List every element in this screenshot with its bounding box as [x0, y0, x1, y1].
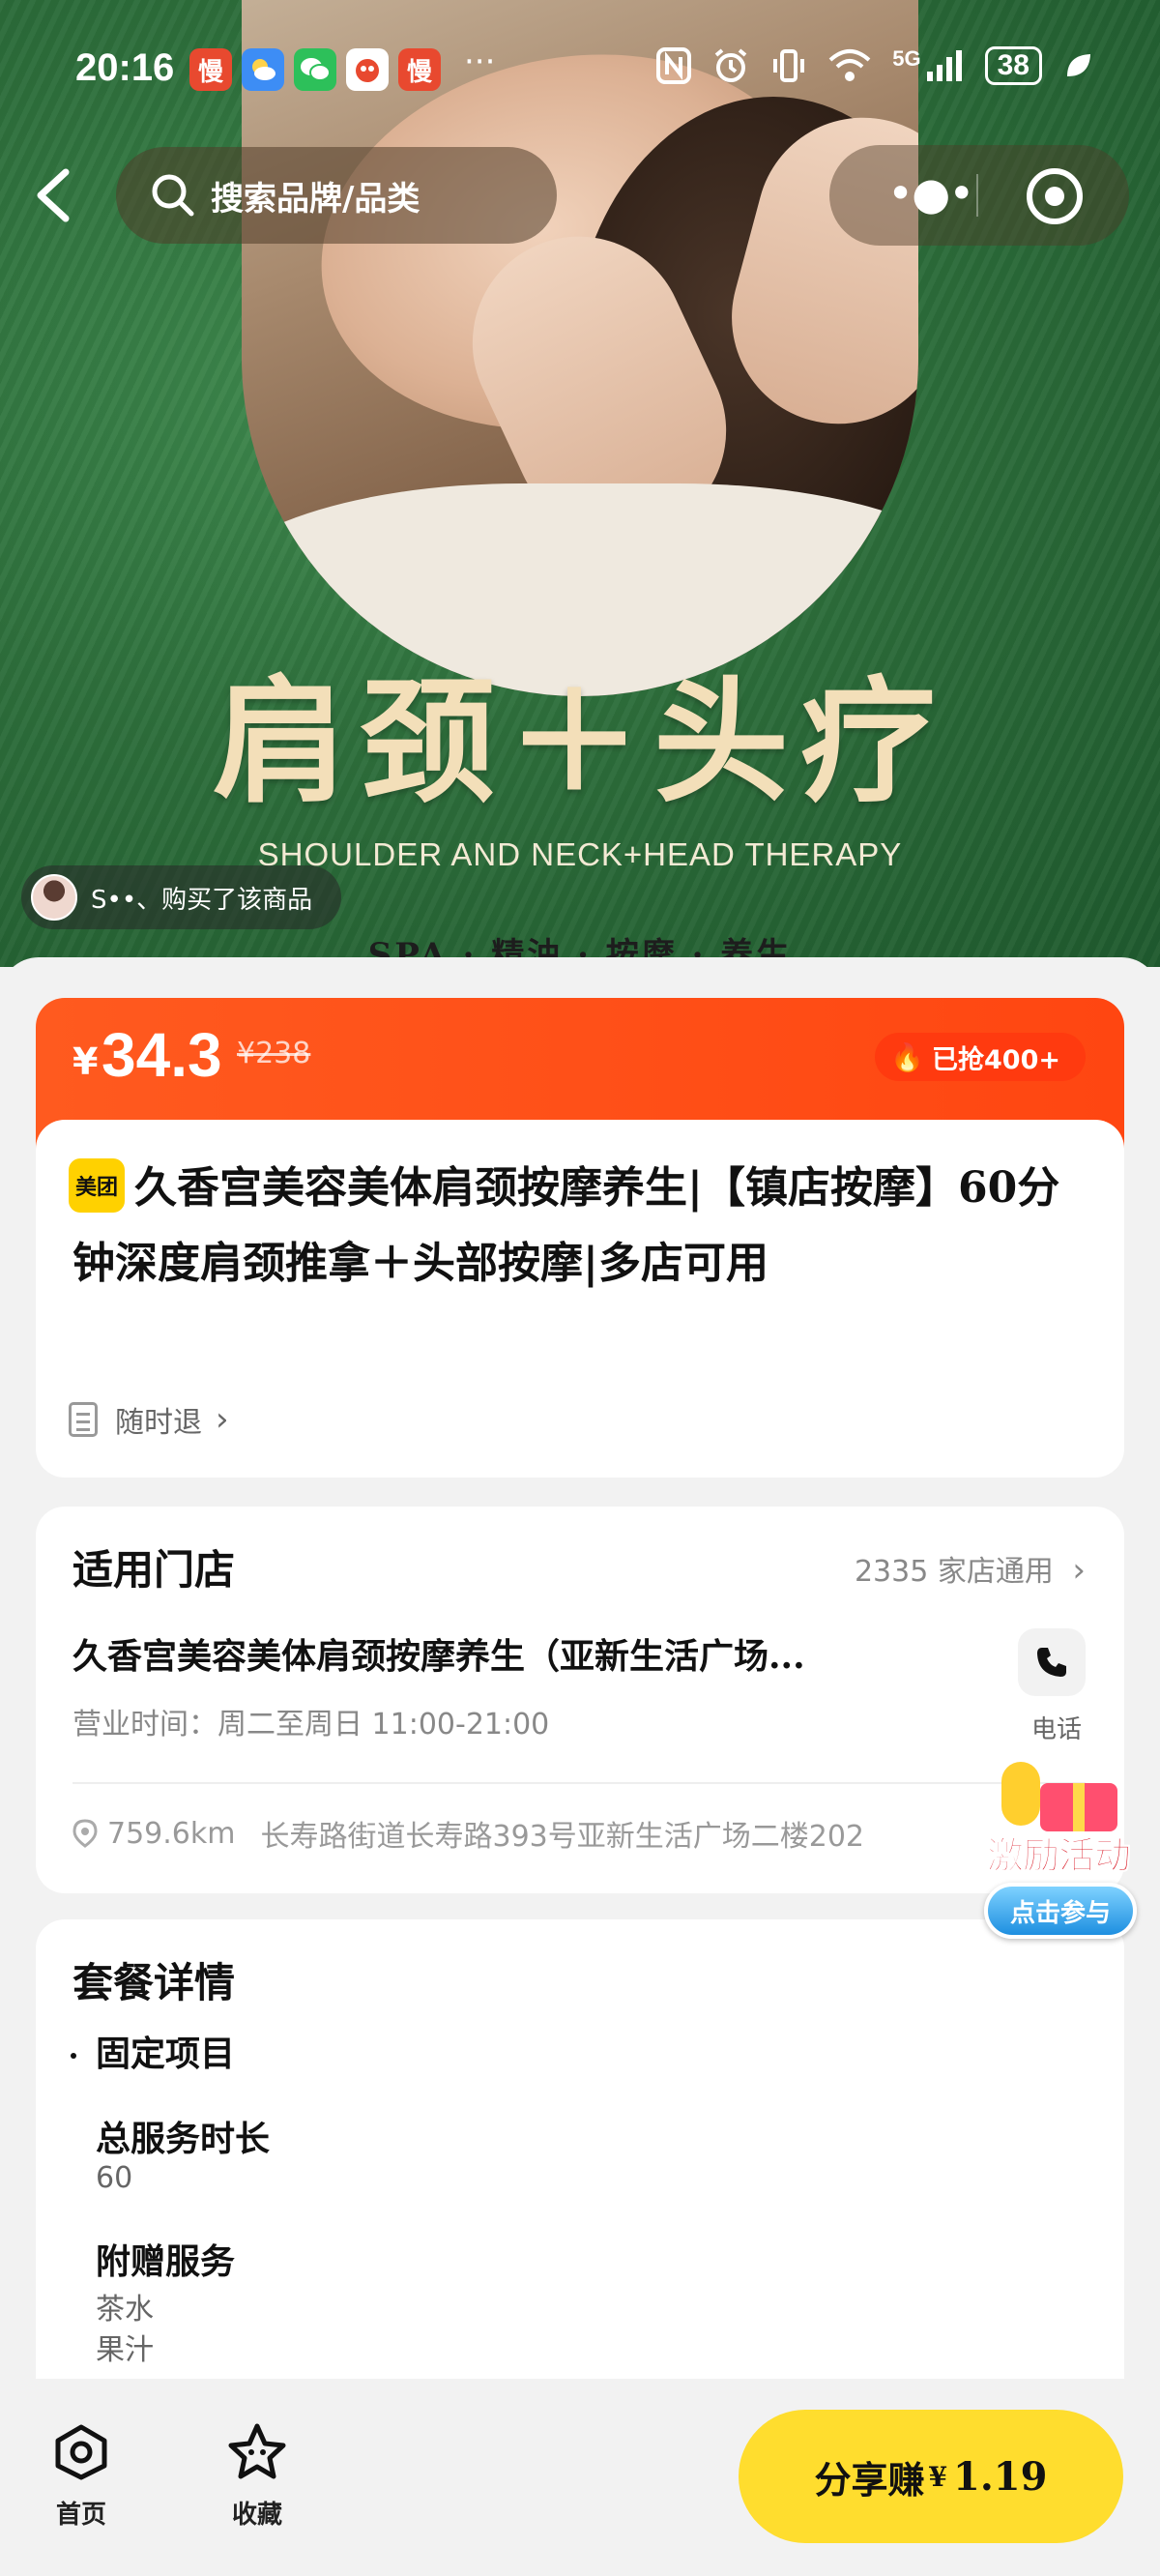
- package-item-label: 附赠服务: [96, 2241, 236, 2282]
- status-time: 20:16: [75, 46, 175, 89]
- capsule-divider: [976, 174, 978, 217]
- package-heading: 套餐详情: [72, 1959, 236, 2006]
- bunny-mascot-icon: [1001, 1762, 1040, 1826]
- more-options-button[interactable]: •●•: [887, 171, 974, 216]
- phone-icon: [1037, 1648, 1066, 1677]
- store-name[interactable]: 久香宫美容美体肩颈按摩养生（亚新生活广场...: [72, 1628, 981, 1679]
- tab-home-label: 首页: [55, 2501, 106, 2530]
- product-title-card: 美团 久香宫美容美体肩颈按摩养生|【镇店按摩】60分钟深度肩颈推拿＋头部按摩|多…: [36, 1120, 1124, 1478]
- leaf-icon: [1067, 54, 1090, 76]
- back-button[interactable]: [27, 164, 81, 226]
- share-currency: ¥: [928, 2460, 948, 2493]
- signal-icon: [926, 50, 962, 81]
- divider: [72, 1782, 1086, 1784]
- package-item-label: 总服务时长: [96, 2119, 271, 2159]
- network-label: 5G: [892, 46, 921, 71]
- star-icon: [228, 2423, 286, 2479]
- store-count-link[interactable]: 2335 家店通用 ›: [855, 1547, 1086, 1590]
- package-item-value: 茶水: [96, 2293, 154, 2327]
- tab-home[interactable]: 首页: [23, 2421, 139, 2531]
- share-earn-text: 分享赚: [814, 2457, 925, 2502]
- package-item-value: 60: [96, 2161, 133, 2195]
- product-title: 久香宫美容美体肩颈按摩养生|【镇店按摩】60分钟深度肩颈推拿＋头部按摩|多店可用: [72, 1163, 1060, 1288]
- close-mini-program-icon[interactable]: [1027, 168, 1083, 224]
- price-currency: ¥: [72, 1040, 99, 1083]
- bullet-dot: [71, 2053, 76, 2059]
- share-earn-button[interactable]: 分享赚 ¥ 1.19: [739, 2410, 1123, 2543]
- refund-policy-text: 随时退: [115, 1406, 202, 1440]
- package-item-value: 果汁: [96, 2333, 154, 2367]
- weather-app-icon: [242, 48, 284, 91]
- phone-label: 电话: [1030, 1715, 1082, 1744]
- mascot-app-icon: [346, 48, 389, 91]
- buyer-note-text: S••、购买了该商品: [91, 885, 313, 915]
- wifi-icon: [828, 49, 871, 81]
- promo-title: 激励活动: [986, 1834, 1131, 1878]
- store-card: 适用门店 2335 家店通用 › 久香宫美容美体肩颈按摩养生（亚新生活广场...…: [36, 1507, 1124, 1893]
- current-price: 34.3: [102, 1020, 222, 1090]
- document-icon: [69, 1402, 98, 1437]
- search-input[interactable]: 搜索品牌/品类: [116, 147, 557, 244]
- sold-count-badge: 🔥 已抢400+: [875, 1033, 1086, 1081]
- package-section-title: 固定项目: [96, 2034, 236, 2074]
- slow-app-icon: 慢: [189, 48, 232, 91]
- refund-policy-link[interactable]: 随时退 ›: [69, 1398, 229, 1441]
- slow-app-icon: 慢: [398, 48, 441, 91]
- tab-favorite-label: 收藏: [231, 2501, 282, 2530]
- store-count-text: 2335 家店通用: [854, 1555, 1054, 1589]
- original-price: ¥238: [237, 1037, 311, 1070]
- status-bar: 20:16 慢 慢 ··· 5G 38: [0, 39, 1160, 106]
- search-icon: [152, 174, 194, 217]
- home-icon: [55, 2424, 107, 2480]
- bottom-action-bar: 首页 收藏 分享赚 ¥ 1.19: [0, 2379, 1160, 2576]
- wechat-app-icon: [294, 48, 336, 91]
- alarm-icon: [714, 48, 747, 82]
- store-heading: 适用门店: [72, 1546, 236, 1594]
- status-app-icons: 慢 慢: [189, 48, 441, 91]
- mini-program-capsule: •●•: [829, 145, 1129, 246]
- chevron-right-icon: ›: [216, 1400, 229, 1439]
- vibrate-icon: [773, 49, 805, 82]
- share-amount: 1.19: [953, 2453, 1048, 2500]
- battery-indicator: 38: [984, 46, 1042, 85]
- avatar: [31, 874, 77, 921]
- phone-button[interactable]: [1018, 1628, 1086, 1696]
- store-address-text: 长寿路街道长寿路393号亚新生活广场二楼202: [260, 1820, 865, 1854]
- status-right: 5G 38: [656, 46, 1092, 85]
- recent-buyer-notice: S••、购买了该商品: [21, 865, 342, 929]
- chevron-left-icon: [37, 168, 70, 222]
- search-placeholder: 搜索品牌/品类: [211, 179, 420, 219]
- gift-box-icon: [1040, 1783, 1117, 1831]
- tab-favorite[interactable]: 收藏: [199, 2421, 315, 2531]
- store-distance: 759.6km: [107, 1816, 236, 1851]
- promo-join-button[interactable]: 点击参与: [984, 1883, 1137, 1939]
- hero-title: 肩颈＋头疗: [212, 663, 947, 822]
- sold-count-text: 已抢400+: [932, 1044, 1060, 1075]
- store-hours: 营业时间：周二至周日 11:00-21:00: [72, 1708, 550, 1742]
- fire-icon: 🔥: [890, 1040, 925, 1073]
- status-more: ···: [464, 43, 496, 81]
- location-pin-icon: [72, 1819, 98, 1848]
- store-address[interactable]: 759.6km 长寿路街道长寿路393号亚新生活广场二楼202: [72, 1812, 1000, 1855]
- chevron-right-icon: ›: [1072, 1551, 1086, 1590]
- incentive-promo-widget[interactable]: 激励活动 点击参与: [967, 1762, 1150, 1946]
- nfc-icon: [656, 47, 692, 84]
- package-card: 套餐详情 固定项目 总服务时长 60 附赠服务 茶水 果汁: [36, 1919, 1124, 2384]
